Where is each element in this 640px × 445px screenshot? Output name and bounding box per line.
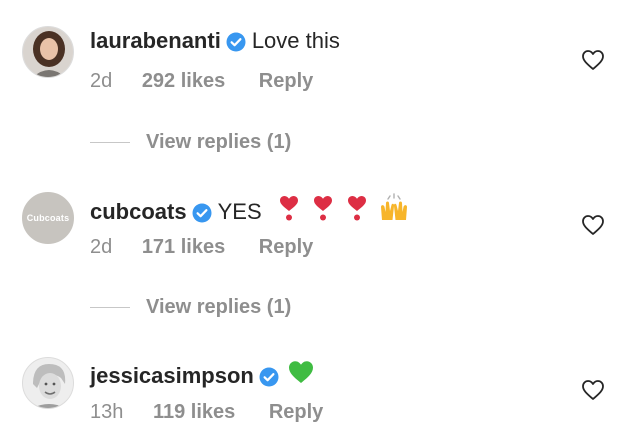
comment-text: Love this (251, 28, 340, 53)
heart-outline-icon[interactable] (581, 49, 605, 71)
avatar[interactable] (22, 357, 74, 409)
comment-meta: 13h 119 likes Reply (90, 400, 323, 424)
avatar[interactable] (22, 26, 74, 78)
comment-meta: 2d 171 likes Reply (90, 235, 313, 259)
avatar-logo-text: Cubcoats (26, 213, 70, 223)
green-heart-icon (287, 359, 315, 392)
heart-outline-icon[interactable] (581, 379, 605, 401)
avatar-photo (23, 358, 73, 408)
reply-button[interactable]: Reply (269, 400, 323, 424)
reply-button[interactable]: Reply (259, 69, 313, 93)
divider (90, 142, 130, 143)
comment-time: 2d (90, 236, 113, 258)
view-replies-button[interactable]: View replies (1) (90, 131, 291, 154)
heart-exclamation-icon (346, 194, 368, 229)
verified-badge-icon (259, 366, 279, 386)
avatar[interactable]: Cubcoats (22, 192, 74, 244)
comment-line: cubcoats YES (90, 193, 410, 230)
likes-count[interactable]: 292 likes (142, 69, 225, 93)
likes-count[interactable]: 171 likes (142, 235, 225, 259)
heart-exclamation-icon (278, 194, 300, 229)
comment-meta: 2d 292 likes Reply (90, 69, 313, 93)
verified-badge-icon (226, 31, 246, 52)
likes-count[interactable]: 119 likes (153, 400, 235, 424)
heart-exclamation-icon (312, 194, 334, 229)
raising-hands-icon (378, 193, 410, 230)
heart-outline-icon[interactable] (581, 214, 605, 236)
view-replies-button[interactable]: View replies (1) (90, 296, 291, 319)
divider (90, 307, 130, 308)
username[interactable]: jessicasimpson (90, 362, 254, 390)
view-replies-label: View replies (1) (146, 131, 292, 153)
comment-line: jessicasimpson (90, 359, 315, 392)
comment-line: laurabenanti Love this (90, 27, 340, 55)
verified-badge-icon (192, 202, 212, 222)
view-replies-label: View replies (1) (146, 296, 292, 318)
username[interactable]: laurabenanti (90, 27, 221, 55)
comment-time: 2d (90, 70, 113, 92)
comment-time: 13h (90, 401, 124, 423)
avatar-photo (23, 27, 73, 77)
reply-button[interactable]: Reply (259, 235, 313, 259)
comment-text: YES (217, 198, 262, 224)
username[interactable]: cubcoats (90, 198, 187, 226)
